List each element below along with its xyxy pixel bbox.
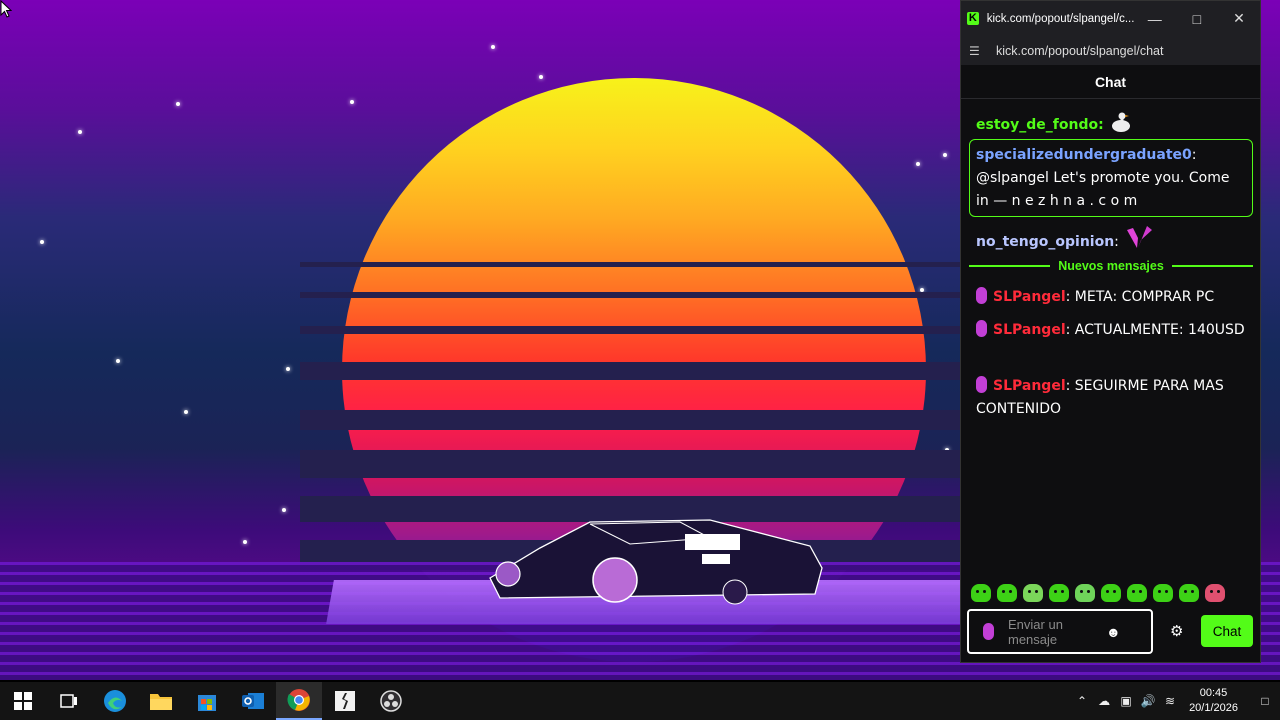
window-title: kick.com/popout/slpangel/c... [986,12,1134,25]
new-messages-divider: Nuevos mensajes [969,258,1254,274]
windows-taskbar: ⌃ ☁ ▣ 🔊 ≋ 00:45 20/1/2026 □ [0,682,1280,720]
goose-emote-icon [1112,112,1131,132]
chat-input-box[interactable]: Enviar un mensaje ☻ [967,609,1153,654]
star [350,100,354,104]
system-clock[interactable]: 00:45 20/1/2026 [1189,686,1238,716]
sun-stripe [300,410,980,430]
chat-message: SLPangel: META: COMPRAR PC [976,286,1246,309]
sun-stripe [300,326,980,334]
chat-input[interactable]: Enviar un mensaje [1008,617,1098,647]
emote-icon[interactable] [1049,584,1069,602]
chat-message: specializedundergraduate0: @slpangel Let… [976,147,1230,209]
mouse-cursor-icon [0,0,12,18]
chat-username[interactable]: estoy_de_fondo [976,117,1098,133]
chat-username[interactable]: no_tengo_opinion [976,234,1114,250]
close-icon[interactable]: ✕ [1218,1,1260,36]
chrome-icon[interactable] [276,682,322,720]
clock-date: 20/1/2026 [1189,702,1238,714]
star [78,130,82,134]
star [943,153,947,157]
chat-message: estoy_de_fondo: [976,111,1246,137]
notifications-icon[interactable]: □ [1250,694,1280,708]
address-bar[interactable]: ☰ kick.com/popout/slpangel/chat [961,36,1260,65]
emoji-picker-icon[interactable]: ☻ [1106,624,1121,640]
window-titlebar: K kick.com/popout/slpangel/c... — □ ✕ [961,1,1260,36]
star [916,162,920,166]
sun-stripe [300,362,980,380]
clock-time: 00:45 [1199,687,1228,699]
defender-icon[interactable]: ▣ [1115,694,1137,708]
star [184,410,188,414]
chat-username[interactable]: SLPangel [993,322,1066,338]
file-explorer-icon[interactable] [138,682,184,720]
chat-username[interactable]: SLPangel [993,378,1066,394]
broadcaster-mic-icon [976,320,987,337]
show-hidden-icons-chevron-icon[interactable]: ⌃ [1071,694,1093,708]
emote-icon[interactable] [971,584,991,602]
url-text: kick.com/popout/slpangel/chat [996,43,1164,58]
chat-username[interactable]: specializedundergraduate0 [976,147,1192,163]
emote-icon[interactable] [1075,584,1095,602]
star [40,240,44,244]
send-chat-button[interactable]: Chat [1201,615,1253,647]
star [491,45,495,49]
kick-logo-icon: K [967,12,979,25]
chat-settings-gear-icon[interactable]: ⚙ [1170,622,1183,640]
chat-username[interactable]: SLPangel [993,289,1066,305]
emote-icon[interactable] [1101,584,1121,602]
chat-header: Chat [961,65,1260,99]
broadcaster-mic-icon [976,287,987,304]
system-tray: ⌃ ☁ ▣ 🔊 ≋ 00:45 20/1/2026 □ [1071,682,1280,720]
pink-wings-emote-icon [1127,226,1153,248]
chat-message: SLPangel: SEGUIRME PARA MAS CONTENIDO [976,376,1224,417]
obs-icon[interactable] [368,682,414,720]
network-icon[interactable]: ≋ [1159,694,1181,708]
emote-icon[interactable] [997,584,1017,602]
car-illustration [489,519,823,605]
outlook-icon[interactable] [230,682,276,720]
emote-icon[interactable] [1127,584,1147,602]
message-text: ACTUALMENTE: 140USD [1074,322,1245,338]
message-text: @slpangel Let's promote you. Come in — n… [976,170,1230,209]
star [243,540,247,544]
quick-emote-bar [971,584,1225,604]
star [286,367,290,371]
star [176,102,180,106]
emote-icon[interactable] [1179,584,1199,602]
emote-icon[interactable] [1205,584,1225,602]
message-text: META: COMPRAR PC [1074,289,1215,305]
sun-stripe [300,292,980,298]
sun-stripe [300,450,980,478]
minimize-icon[interactable]: — [1134,1,1176,36]
chat-message: SLPangel: ACTUALMENTE: 140USD [976,319,1246,342]
onedrive-icon[interactable]: ☁ [1093,694,1115,708]
maximize-icon[interactable]: □ [1176,1,1218,36]
task-view-icon[interactable] [46,682,92,720]
store-icon[interactable] [184,682,230,720]
chat-message: no_tengo_opinion: [976,224,1246,254]
mic-badge-icon [983,623,994,640]
star [282,508,286,512]
emote-icon[interactable] [1023,584,1043,602]
edge-icon[interactable] [92,682,138,720]
game-app-icon[interactable] [322,682,368,720]
emote-icon[interactable] [1153,584,1173,602]
sun-stripe [300,262,980,267]
site-settings-icon[interactable]: ☰ [969,44,985,58]
star [116,359,120,363]
chat-popout-window: K kick.com/popout/slpangel/c... — □ ✕ ☰ … [960,0,1261,663]
volume-icon[interactable]: 🔊 [1137,694,1159,708]
windows-start-icon[interactable] [0,682,46,720]
broadcaster-mic-icon [976,376,987,393]
star [539,75,543,79]
